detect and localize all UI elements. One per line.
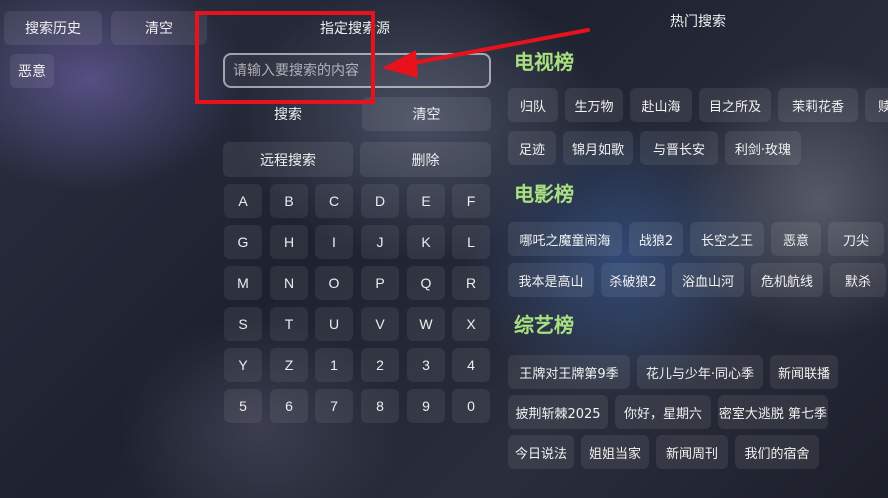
key-e[interactable]: E	[407, 184, 445, 218]
hot-search-item[interactable]: 归队	[508, 88, 558, 122]
section-title: 电影榜	[514, 182, 574, 206]
hot-search-item[interactable]: 浴血山河	[672, 263, 744, 297]
key-z[interactable]: Z	[270, 348, 308, 382]
hot-search-item[interactable]: 刀尖	[828, 222, 884, 256]
hot-search-item[interactable]: 赎仇	[865, 88, 888, 122]
key-u[interactable]: U	[315, 307, 353, 341]
hot-search-item[interactable]: 与晋长安	[640, 131, 718, 165]
key-h[interactable]: H	[270, 225, 308, 259]
key-w[interactable]: W	[407, 307, 445, 341]
remote-search-button[interactable]: 远程搜索	[223, 142, 353, 177]
hot-search-item[interactable]: 恶意	[771, 222, 821, 256]
hot-search-item[interactable]: 杀破狼2	[601, 263, 665, 297]
key-i[interactable]: I	[315, 225, 353, 259]
delete-button[interactable]: 删除	[360, 142, 491, 177]
history-clear-button[interactable]: 清空	[111, 11, 207, 45]
key-v[interactable]: V	[361, 307, 399, 341]
hot-search-item[interactable]: 新闻周刊	[656, 435, 728, 469]
hot-search-item[interactable]: 你好，星期六	[615, 395, 711, 429]
hot-search-item[interactable]: 足迹	[508, 131, 556, 165]
key-m[interactable]: M	[224, 266, 262, 300]
key-j[interactable]: J	[361, 225, 399, 259]
key-l[interactable]: L	[452, 225, 490, 259]
hot-search-item[interactable]: 默杀	[830, 263, 886, 297]
key-d[interactable]: D	[361, 184, 399, 218]
key-n[interactable]: N	[270, 266, 308, 300]
key-r[interactable]: R	[452, 266, 490, 300]
hot-search-item[interactable]: 我本是高山	[508, 263, 594, 297]
hot-search-item[interactable]: 长空之王	[690, 222, 764, 256]
hot-search-item[interactable]: 生万物	[565, 88, 623, 122]
section-title: 综艺榜	[514, 313, 574, 337]
key-6[interactable]: 6	[270, 389, 308, 423]
key-3[interactable]: 3	[407, 348, 445, 382]
key-1[interactable]: 1	[315, 348, 353, 382]
hot-search-item[interactable]: 目之所及	[699, 88, 771, 122]
hot-search-item[interactable]: 茉莉花香	[778, 88, 858, 122]
hot-search-item[interactable]: 锦月如歌	[563, 131, 633, 165]
hot-search-item[interactable]: 今日说法	[508, 435, 574, 469]
hot-search-item[interactable]: 新闻联播	[770, 355, 838, 389]
key-o[interactable]: O	[315, 266, 353, 300]
search-button[interactable]: 搜索	[223, 97, 353, 131]
hot-search-item[interactable]: 披荆斩棘2025	[508, 395, 608, 429]
search-input[interactable]	[223, 53, 491, 88]
key-y[interactable]: Y	[224, 348, 262, 382]
search-clear-button[interactable]: 清空	[362, 97, 491, 131]
history-item[interactable]: 恶意	[10, 54, 54, 88]
key-2[interactable]: 2	[361, 348, 399, 382]
hot-search-item[interactable]: 赴山海	[630, 88, 692, 122]
section-title: 电视榜	[514, 50, 574, 74]
hot-search-item[interactable]: 战狼2	[629, 222, 683, 256]
hot-search-item[interactable]: 王牌对王牌第9季	[508, 355, 630, 389]
hot-search-item[interactable]: 花儿与少年·同心季	[637, 355, 763, 389]
hot-search-item[interactable]: 哪吒之魔童闹海	[508, 222, 622, 256]
key-k[interactable]: K	[407, 225, 445, 259]
key-f[interactable]: F	[452, 184, 490, 218]
hot-search-title: 热门搜索	[670, 14, 726, 30]
key-g[interactable]: G	[224, 225, 262, 259]
hot-search-item[interactable]: 危机航线	[751, 263, 823, 297]
key-9[interactable]: 9	[407, 389, 445, 423]
key-8[interactable]: 8	[361, 389, 399, 423]
key-p[interactable]: P	[361, 266, 399, 300]
key-0[interactable]: 0	[452, 389, 490, 423]
key-t[interactable]: T	[270, 307, 308, 341]
key-4[interactable]: 4	[452, 348, 490, 382]
key-7[interactable]: 7	[315, 389, 353, 423]
key-c[interactable]: C	[315, 184, 353, 218]
key-s[interactable]: S	[224, 307, 262, 341]
hot-search-item[interactable]: 密室大逃脱 第七季	[718, 395, 828, 429]
hot-search-item[interactable]: 利剑·玫瑰	[725, 131, 801, 165]
key-x[interactable]: X	[452, 307, 490, 341]
key-q[interactable]: Q	[407, 266, 445, 300]
hot-search-item[interactable]: 姐姐当家	[581, 435, 649, 469]
hot-search-item[interactable]: 我们的宿舍	[735, 435, 819, 469]
key-5[interactable]: 5	[224, 389, 262, 423]
search-source-selector[interactable]: 指定搜索源	[300, 11, 410, 45]
search-history-title[interactable]: 搜索历史	[4, 11, 102, 45]
key-b[interactable]: B	[270, 184, 308, 218]
key-a[interactable]: A	[224, 184, 262, 218]
